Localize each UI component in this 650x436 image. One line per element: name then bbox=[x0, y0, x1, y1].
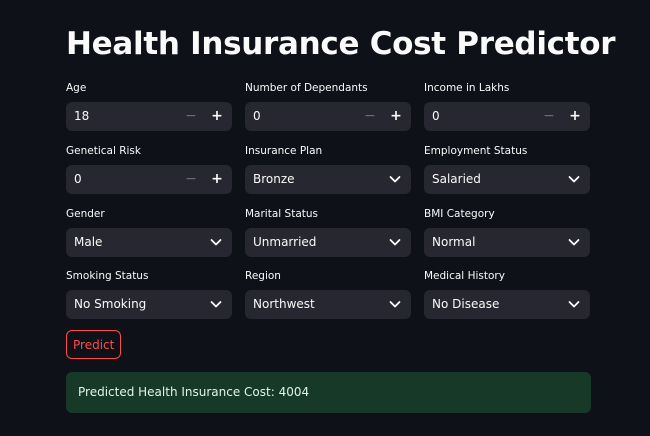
smoking-status-label: Smoking Status bbox=[66, 270, 149, 282]
age-increment-button[interactable]: + bbox=[206, 102, 228, 131]
income-increment-button[interactable]: + bbox=[564, 102, 586, 131]
smoking-status-select[interactable]: No Smoking bbox=[66, 290, 232, 319]
bmi-category-label: BMI Category bbox=[424, 208, 495, 220]
gender-label: Gender bbox=[66, 208, 105, 220]
employment-status-select[interactable]: Salaried bbox=[424, 165, 590, 194]
region-value: Northwest bbox=[253, 297, 315, 311]
genetical-risk-decrement-button[interactable]: − bbox=[180, 165, 202, 194]
genetical-risk-increment-button[interactable]: + bbox=[206, 165, 228, 194]
chevron-down-icon bbox=[568, 239, 580, 246]
age-field: Age 18 − + bbox=[66, 80, 232, 131]
marital-status-field: Marital Status Unmarried bbox=[245, 206, 411, 257]
age-decrement-button[interactable]: − bbox=[180, 102, 202, 131]
employment-status-value: Salaried bbox=[432, 172, 481, 186]
region-select[interactable]: Northwest bbox=[245, 290, 411, 319]
gender-field: Gender Male bbox=[66, 206, 232, 257]
bmi-category-select[interactable]: Normal bbox=[424, 228, 590, 257]
employment-status-label: Employment Status bbox=[424, 145, 528, 157]
predict-button[interactable]: Predict bbox=[66, 330, 121, 359]
dependants-value: 0 bbox=[253, 109, 261, 123]
genetical-risk-input[interactable]: 0 − + bbox=[66, 165, 232, 194]
chevron-down-icon bbox=[568, 301, 580, 308]
prediction-result-alert: Predicted Health Insurance Cost: 4004 bbox=[66, 372, 591, 413]
chevron-down-icon bbox=[210, 239, 222, 246]
chevron-down-icon bbox=[210, 301, 222, 308]
insurance-plan-field: Insurance Plan Bronze bbox=[245, 143, 411, 194]
genetical-risk-value: 0 bbox=[74, 172, 82, 186]
dependants-input[interactable]: 0 − + bbox=[245, 102, 411, 131]
smoking-status-value: No Smoking bbox=[74, 297, 147, 311]
income-value: 0 bbox=[432, 109, 440, 123]
prediction-result-text: Predicted Health Insurance Cost: 4004 bbox=[78, 385, 310, 399]
medical-history-value: No Disease bbox=[432, 297, 500, 311]
dependants-decrement-button[interactable]: − bbox=[359, 102, 381, 131]
region-label: Region bbox=[245, 270, 281, 282]
bmi-category-field: BMI Category Normal bbox=[424, 206, 590, 257]
marital-status-value: Unmarried bbox=[253, 235, 317, 249]
gender-select[interactable]: Male bbox=[66, 228, 232, 257]
chevron-down-icon bbox=[389, 301, 401, 308]
age-input[interactable]: 18 − + bbox=[66, 102, 232, 131]
chevron-down-icon bbox=[568, 176, 580, 183]
age-value: 18 bbox=[74, 109, 90, 123]
marital-status-label: Marital Status bbox=[245, 208, 318, 220]
smoking-status-field: Smoking Status No Smoking bbox=[66, 268, 232, 319]
gender-value: Male bbox=[74, 235, 103, 249]
medical-history-label: Medical History bbox=[424, 270, 505, 282]
income-field: Income in Lakhs 0 − + bbox=[424, 80, 590, 131]
chevron-down-icon bbox=[389, 176, 401, 183]
dependants-field: Number of Dependants 0 − + bbox=[245, 80, 411, 131]
insurance-plan-value: Bronze bbox=[253, 172, 295, 186]
chevron-down-icon bbox=[389, 239, 401, 246]
employment-status-field: Employment Status Salaried bbox=[424, 143, 590, 194]
income-label: Income in Lakhs bbox=[424, 82, 510, 94]
marital-status-select[interactable]: Unmarried bbox=[245, 228, 411, 257]
bmi-category-value: Normal bbox=[432, 235, 476, 249]
genetical-risk-field: Genetical Risk 0 − + bbox=[66, 143, 232, 194]
medical-history-select[interactable]: No Disease bbox=[424, 290, 590, 319]
page-title: Health Insurance Cost Predictor bbox=[66, 26, 616, 62]
income-input[interactable]: 0 − + bbox=[424, 102, 590, 131]
region-field: Region Northwest bbox=[245, 268, 411, 319]
dependants-increment-button[interactable]: + bbox=[385, 102, 407, 131]
insurance-plan-label: Insurance Plan bbox=[245, 145, 323, 157]
dependants-label: Number of Dependants bbox=[245, 82, 368, 94]
income-decrement-button[interactable]: − bbox=[538, 102, 560, 131]
insurance-plan-select[interactable]: Bronze bbox=[245, 165, 411, 194]
medical-history-field: Medical History No Disease bbox=[424, 268, 590, 319]
age-label: Age bbox=[66, 82, 87, 94]
genetical-risk-label: Genetical Risk bbox=[66, 145, 141, 157]
